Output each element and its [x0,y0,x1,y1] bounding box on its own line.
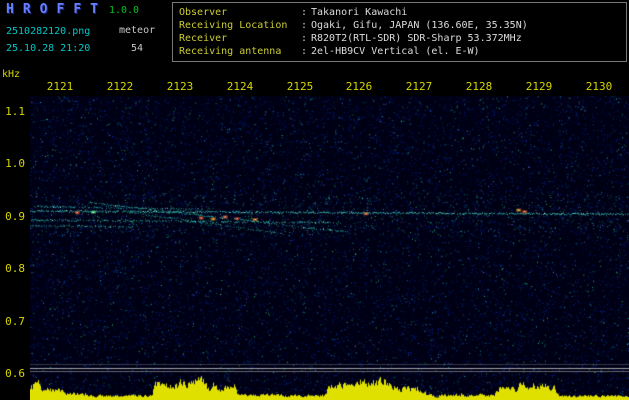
current-filename: 2510282120.png [6,26,91,37]
hrofft-window: H R O F F T 1.0.0 2510282120.png meteor … [0,0,629,400]
x-tick: 2129 [525,80,553,93]
info-value: 2el-HB9CV Vertical (el. E-W) [311,46,480,57]
info-value: Takanori Kawachi [311,7,408,18]
spectrogram-canvas [30,96,629,400]
app-title: H R O F F T 1.0.0 [6,2,139,17]
x-tick: 2121 [46,80,74,93]
x-tick: 2126 [345,80,373,93]
y-tick: 0.9 [5,210,25,223]
x-tick: 2123 [166,80,194,93]
y-tick: 0.8 [5,262,25,275]
x-tick: 2125 [286,80,314,93]
datetime-label: 25.10.28 21:20 [6,43,91,54]
info-label: Receiver [179,33,228,44]
app-title-letter: O [39,2,48,17]
x-tick: 2124 [226,80,254,93]
info-separator: : [301,33,308,44]
info-label: Receiving antenna [179,46,282,57]
app-title-letter: F [73,2,82,17]
app-title-letter: R [22,2,31,17]
x-tick: 2127 [405,80,433,93]
info-label: Receiving Location [179,20,288,31]
app-version: 1.0.0 [108,5,140,16]
mode-label: meteor [119,25,156,36]
info-row-observer: Observer: Takanori Kawachi [179,6,626,19]
info-row-location: Receiving Location: Ogaki, Gifu, JAPAN (1… [179,19,626,32]
y-axis-unit-label: kHz [2,69,21,80]
info-value: R820T2(RTL-SDR) SDR-Sharp 53.372MHz [311,33,522,44]
info-separator: : [301,46,308,57]
info-separator: : [301,20,308,31]
echo-count: 54 [131,43,144,54]
x-tick: 2130 [585,80,613,93]
info-value: Ogaki, Gifu, JAPAN (136.60E, 35.35N) [311,20,528,31]
info-row-receiver: Receiver: R820T2(RTL-SDR) SDR-Sharp 53.37… [179,32,626,45]
x-tick: 2122 [106,80,134,93]
info-row-antenna: Receiving antenna:2el-HB9CV Vertical (el… [179,45,626,58]
y-tick: 0.6 [5,367,25,380]
info-label: Observer [179,7,228,18]
app-title-letter: H [6,2,14,17]
x-tick: 2128 [465,80,493,93]
y-tick: 1.0 [5,157,25,170]
app-title-letter: T [90,2,98,17]
app-title-letter: F [56,2,65,17]
observer-info-box: Observer: Takanori Kawachi Receiving Loca… [172,2,627,62]
y-tick: 0.7 [5,315,25,328]
info-separator: : [301,7,308,18]
y-tick: 1.1 [5,105,25,118]
